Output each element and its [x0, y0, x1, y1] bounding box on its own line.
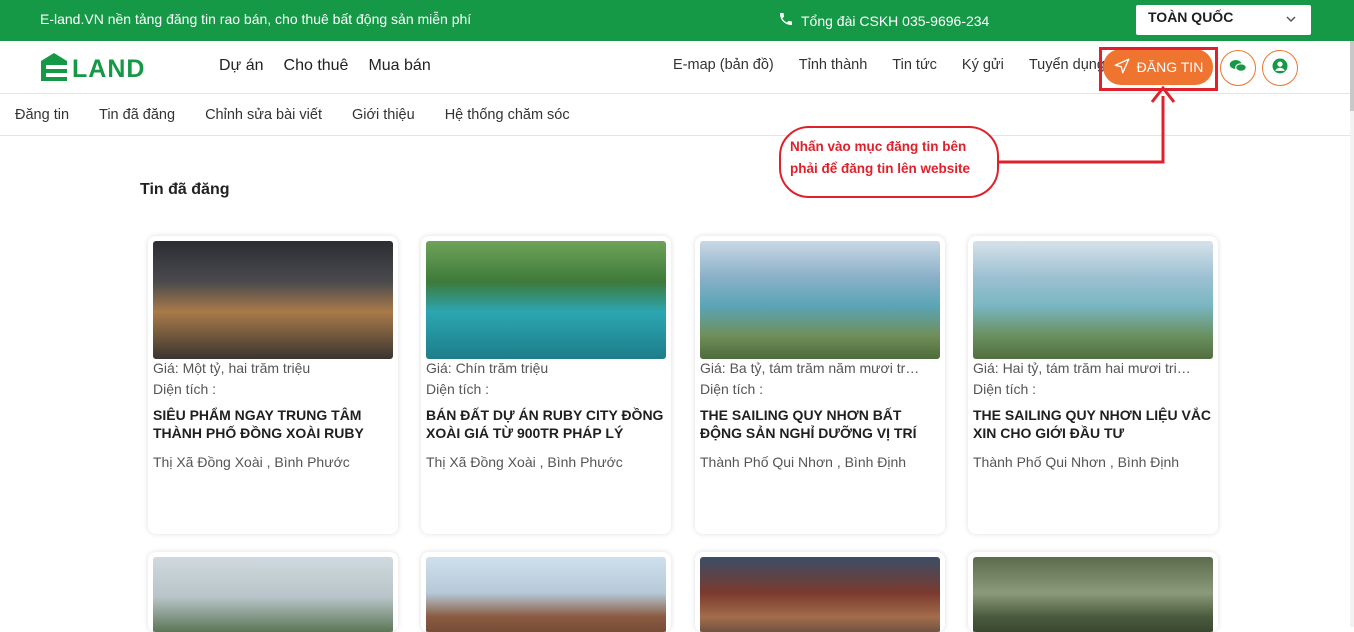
listing-price: Giá: Hai tỷ, tám trăm hai mươi tri…: [973, 360, 1191, 376]
listing-area: Diện tích :: [700, 381, 764, 397]
listing-card[interactable]: Giá: Chín trăm triệu Diện tích : BÁN ĐẤT…: [421, 236, 671, 534]
listing-location: Thị Xã Đồng Xoài , Bình Phước: [426, 454, 623, 470]
listing-title[interactable]: THE SAILING QUY NHƠN BẤT ĐỘNG SẢN NGHỈ D…: [700, 406, 940, 442]
listing-title[interactable]: SIÊU PHẨM NGAY TRUNG TÂM THÀNH PHỐ ĐỒNG …: [153, 406, 393, 442]
listing-area: Diện tích :: [426, 381, 490, 397]
listing-image: [973, 557, 1213, 632]
listing-card[interactable]: Giá: Ba tỷ, tám trăm năm mươi tr… Diện t…: [695, 236, 945, 534]
listing-area: Diện tích :: [973, 381, 1037, 397]
scrollbar-thumb[interactable]: [1350, 41, 1354, 111]
listing-image: [426, 241, 666, 359]
listing-title[interactable]: BÁN ĐẤT DỰ ÁN RUBY CITY ĐỒNG XOÀI GIÁ TỪ…: [426, 406, 666, 442]
listing-price: Giá: Một tỷ, hai trăm triệu: [153, 360, 311, 376]
listing-area: Diện tích :: [153, 381, 217, 397]
listing-image: [973, 241, 1213, 359]
listing-location: Thành Phố Qui Nhơn , Bình Định: [700, 454, 907, 470]
page-scrollbar[interactable]: [1350, 41, 1354, 627]
listing-card[interactable]: [968, 552, 1218, 632]
listing-image: [153, 241, 393, 359]
listing-card[interactable]: Giá: Hai tỷ, tám trăm hai mươi tri… Diện…: [968, 236, 1218, 534]
listing-image: [153, 557, 393, 632]
listing-price: Giá: Chín trăm triệu: [426, 360, 549, 376]
listing-image: [426, 557, 666, 632]
listing-card[interactable]: Giá: Một tỷ, hai trăm triệu Diện tích : …: [148, 236, 398, 534]
listing-title[interactable]: THE SAILING QUY NHƠN LIỆU VẮC XIN CHO GI…: [973, 406, 1213, 442]
page-title: Tin đã đăng: [140, 181, 230, 198]
listing-card[interactable]: [695, 552, 945, 632]
listing-card[interactable]: [148, 552, 398, 632]
listing-location: Thành Phố Qui Nhơn , Bình Định: [973, 454, 1180, 470]
annotation-line-1: Nhấn vào mục đăng tin bên: [790, 139, 967, 154]
listing-image: [700, 241, 940, 359]
annotation-line-2: phải để đăng tin lên website: [790, 161, 971, 176]
listing-location: Thị Xã Đồng Xoài , Bình Phước: [153, 454, 350, 470]
listing-card[interactable]: [421, 552, 671, 632]
listing-price: Giá: Ba tỷ, tám trăm năm mươi tr…: [700, 360, 920, 376]
annotation-bubble: Nhấn vào mục đăng tin bên phải để đăng t…: [779, 126, 999, 198]
listing-image: [700, 557, 940, 632]
